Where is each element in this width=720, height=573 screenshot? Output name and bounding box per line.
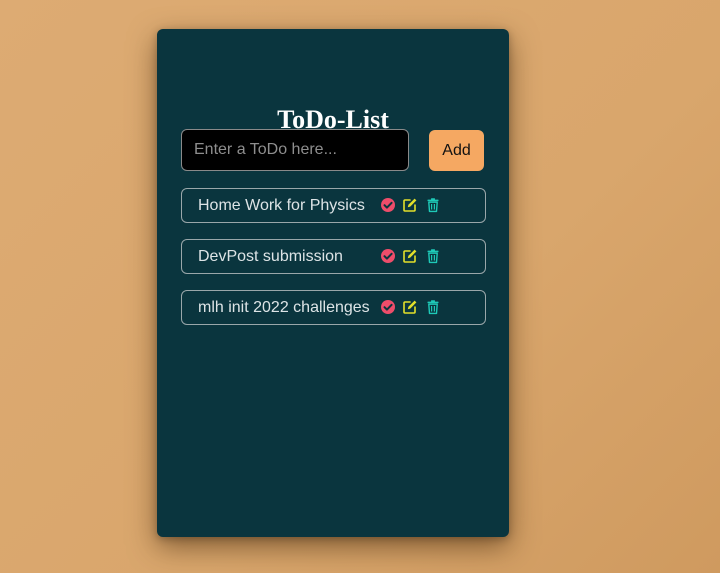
trash-icon[interactable] xyxy=(425,299,441,315)
edit-icon[interactable] xyxy=(402,299,418,315)
trash-icon[interactable] xyxy=(425,197,441,213)
check-circle-icon[interactable] xyxy=(380,197,396,213)
add-button[interactable]: Add xyxy=(429,130,484,171)
todo-text: Home Work for Physics class xyxy=(198,197,370,214)
todo-item: mlh init 2022 challenges xyxy=(181,290,486,325)
edit-icon[interactable] xyxy=(402,248,418,264)
todo-list: Home Work for Physics class DevPost subm… xyxy=(181,188,486,341)
trash-icon[interactable] xyxy=(425,248,441,264)
todo-card: ToDo-List Add Home Work for Physics clas… xyxy=(157,29,509,537)
todo-input[interactable] xyxy=(181,129,409,171)
check-circle-icon[interactable] xyxy=(380,248,396,264)
todo-item: Home Work for Physics class xyxy=(181,188,486,223)
edit-icon[interactable] xyxy=(402,197,418,213)
todo-text: mlh init 2022 challenges xyxy=(198,299,370,316)
check-circle-icon[interactable] xyxy=(380,299,396,315)
todo-item: DevPost submission xyxy=(181,239,486,274)
todo-text: DevPost submission xyxy=(198,248,343,265)
